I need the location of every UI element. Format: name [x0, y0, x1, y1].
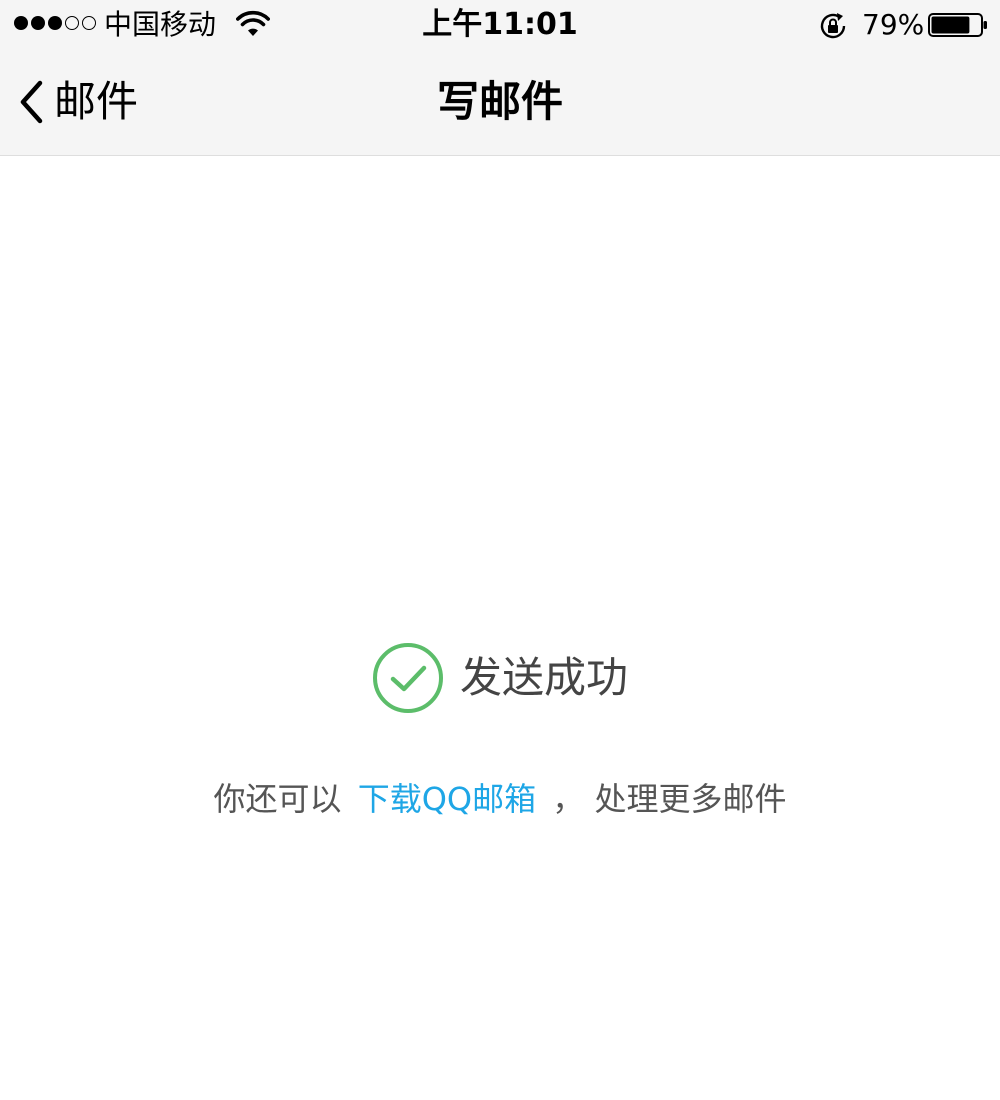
- screen: 中国移动 上午11:01 79% 邮件 写邮件 发送成功 你还可以 下载QQ邮箱…: [0, 0, 1000, 1100]
- download-hint: 你还可以 下载QQ邮箱 ， 处理更多邮件: [0, 776, 1000, 822]
- send-result: 发送成功: [0, 640, 1000, 716]
- page-title: 写邮件: [436, 77, 563, 126]
- status-time: 上午11:01: [422, 7, 578, 42]
- check-circle-icon: [372, 643, 443, 713]
- hint-prefix: 你还可以: [213, 780, 342, 818]
- success-message: 发送成功: [459, 653, 628, 702]
- status-bar: 中国移动 上午11:01 79%: [0, 0, 1000, 50]
- orientation-lock-icon: [820, 13, 846, 39]
- battery-fill: [931, 16, 970, 34]
- navigation-bar: 邮件 写邮件: [0, 50, 1000, 156]
- download-qqmail-link[interactable]: 下载QQ邮箱: [358, 780, 536, 818]
- hint-suffix: ， 处理更多邮件: [552, 780, 787, 818]
- battery-icon: [928, 13, 987, 37]
- battery-percentage: 79%: [862, 8, 925, 41]
